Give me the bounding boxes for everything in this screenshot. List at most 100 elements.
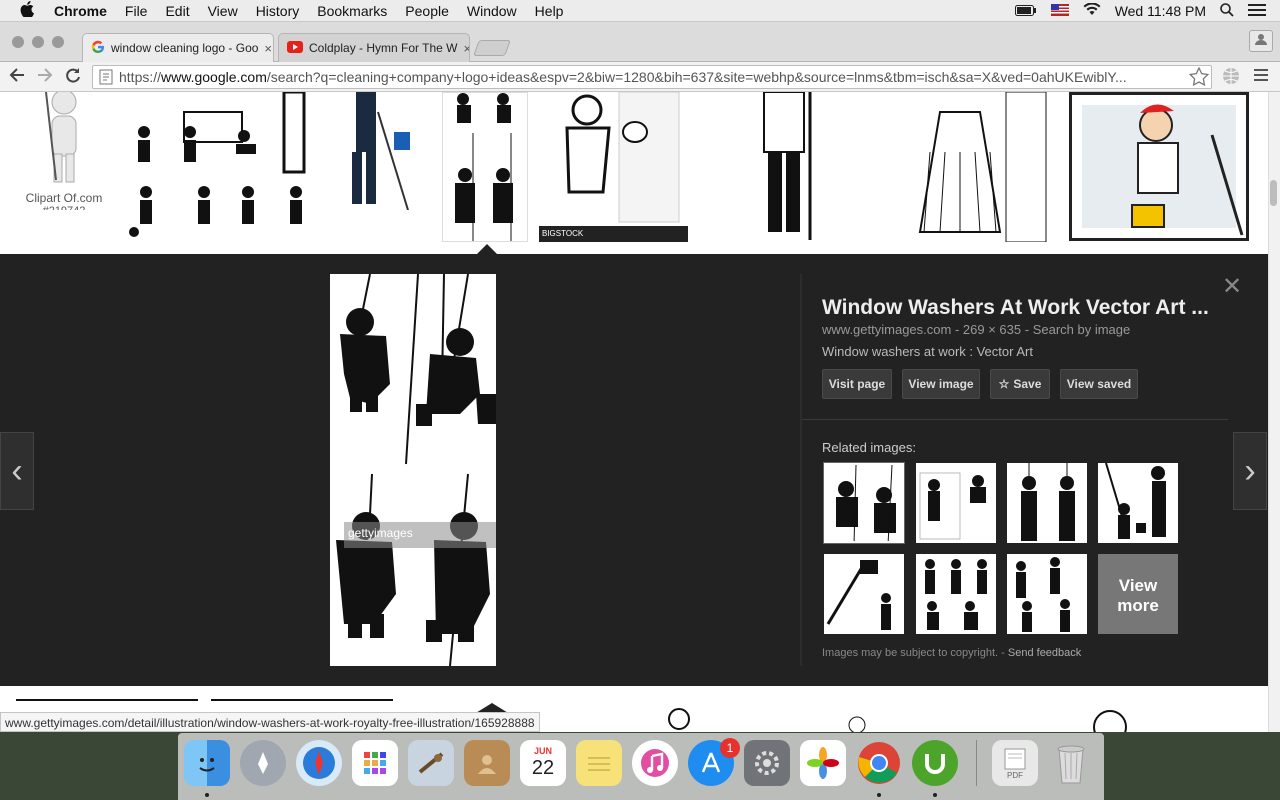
next-image-button[interactable]: › bbox=[1233, 432, 1267, 510]
dock-separator bbox=[976, 740, 977, 786]
worker-with-mop-image bbox=[763, 92, 812, 240]
menu-bookmarks[interactable]: Bookmarks bbox=[317, 3, 387, 19]
previous-image-button[interactable]: ‹ bbox=[0, 432, 34, 510]
mail-icon[interactable] bbox=[408, 740, 454, 786]
forward-arrow-icon[interactable] bbox=[36, 66, 54, 89]
result-thumb-maid[interactable] bbox=[910, 92, 1057, 242]
ladder-cleaner-image bbox=[352, 92, 410, 210]
related-image-6[interactable] bbox=[916, 554, 996, 634]
system-preferences-icon[interactable] bbox=[744, 740, 790, 786]
calendar-month: JUN bbox=[533, 746, 552, 756]
image-preview-panel: ‹ gettyimages ✕ Window Washers At Work V… bbox=[0, 254, 1268, 686]
battery-icon[interactable] bbox=[1014, 3, 1037, 19]
calendar-icon[interactable]: JUN 22 bbox=[520, 740, 566, 786]
notes-icon[interactable] bbox=[576, 740, 622, 786]
bookmark-star-icon[interactable] bbox=[1188, 66, 1210, 91]
tab-close-icon[interactable]: × bbox=[264, 41, 272, 56]
app-launcher-grid-icon[interactable] bbox=[352, 740, 398, 786]
related-image-5[interactable] bbox=[824, 554, 904, 634]
result-thumb-cartoon-washer[interactable] bbox=[1069, 92, 1249, 241]
result-thumb-bottom-6[interactable] bbox=[1018, 699, 1196, 732]
window-zoom-button[interactable] bbox=[52, 36, 64, 48]
save-button[interactable]: ☆ Save bbox=[990, 369, 1050, 399]
chrome-running-dot bbox=[877, 793, 881, 797]
result-thumb-window-washers-selected[interactable] bbox=[442, 92, 528, 242]
tab-close-icon[interactable]: × bbox=[463, 41, 469, 56]
send-feedback-link[interactable]: Send feedback bbox=[1008, 647, 1081, 659]
menu-history[interactable]: History bbox=[256, 3, 300, 19]
chevron-left-icon: ‹ bbox=[11, 451, 23, 490]
related-images-label: Related images: bbox=[822, 440, 916, 455]
menu-people[interactable]: People bbox=[405, 3, 449, 19]
finder-icon[interactable] bbox=[184, 740, 230, 786]
copyright-note: Images may be subject to copyright. bbox=[822, 647, 999, 659]
google-favicon-icon bbox=[91, 40, 105, 57]
tab-google-images[interactable]: window cleaning logo - Goo × bbox=[82, 33, 274, 62]
apple-menu-icon[interactable] bbox=[20, 0, 38, 21]
result-thumb-pictograms[interactable] bbox=[124, 92, 326, 242]
result-thumb-bottom-4[interactable] bbox=[589, 699, 765, 732]
related-image-2[interactable] bbox=[916, 463, 996, 543]
preview-image[interactable]: gettyimages bbox=[330, 274, 496, 666]
view-more-button[interactable]: View more bbox=[1098, 554, 1178, 634]
trash-icon[interactable] bbox=[1048, 740, 1094, 786]
menu-window[interactable]: Window bbox=[467, 3, 517, 19]
search-by-image-link[interactable]: Search by image bbox=[1033, 322, 1131, 337]
menu-file[interactable]: File bbox=[125, 3, 148, 19]
address-bar[interactable]: https://www.google.com/search?q=cleaning… bbox=[92, 65, 1212, 89]
close-panel-icon[interactable]: ✕ bbox=[1222, 272, 1242, 301]
itunes-icon[interactable] bbox=[632, 740, 678, 786]
new-tab-button[interactable] bbox=[473, 40, 511, 56]
flag-icon[interactable] bbox=[1050, 3, 1069, 19]
safari-icon[interactable] bbox=[296, 740, 342, 786]
notification-center-icon[interactable] bbox=[1248, 3, 1266, 19]
pdf-document-icon[interactable]: PDF bbox=[992, 740, 1038, 786]
result-thumb-ladder-cleaner[interactable] bbox=[338, 92, 430, 210]
back-arrow-icon[interactable] bbox=[8, 66, 26, 89]
result-thumb-worker[interactable] bbox=[700, 92, 898, 242]
related-image-4[interactable] bbox=[1098, 463, 1178, 543]
launchpad-icon[interactable] bbox=[240, 740, 286, 786]
status-url-bubble: www.gettyimages.com/detail/illustration/… bbox=[0, 712, 540, 732]
menubar-clock[interactable]: Wed 11:48 PM bbox=[1115, 3, 1206, 19]
related-image-7[interactable] bbox=[1007, 554, 1087, 634]
view-saved-button[interactable]: View saved bbox=[1060, 369, 1138, 399]
contacts-icon[interactable] bbox=[464, 740, 510, 786]
utorrent-icon[interactable] bbox=[912, 740, 958, 786]
wifi-icon[interactable] bbox=[1083, 2, 1101, 19]
view-image-label: View image bbox=[908, 377, 974, 391]
view-saved-label: View saved bbox=[1066, 377, 1132, 391]
window-minimize-button[interactable] bbox=[32, 36, 44, 48]
tab-coldplay[interactable]: Coldplay - Hymn For The W × bbox=[278, 33, 470, 62]
reload-icon[interactable] bbox=[64, 66, 82, 89]
visit-page-label: Visit page bbox=[828, 377, 886, 391]
url-prefix: https:// bbox=[119, 69, 162, 85]
spotlight-search-icon[interactable] bbox=[1220, 2, 1234, 20]
google-images-page: Clipart Of.com #219742 BIGSTOCK bbox=[0, 92, 1268, 732]
menu-help[interactable]: Help bbox=[535, 3, 564, 19]
menu-view[interactable]: View bbox=[208, 3, 238, 19]
panel-title[interactable]: Window Washers At Work Vector Art ... bbox=[822, 296, 1212, 320]
related-image-3[interactable] bbox=[1007, 463, 1087, 543]
page-info-icon[interactable] bbox=[99, 69, 113, 88]
menu-app-chrome[interactable]: Chrome bbox=[54, 3, 107, 19]
photos-icon[interactable] bbox=[800, 740, 846, 786]
extension-globe-icon[interactable] bbox=[1222, 67, 1240, 90]
related-window-image bbox=[919, 472, 986, 540]
url-host: www.google.com bbox=[161, 69, 267, 85]
result-thumb-housewife[interactable]: BIGSTOCK bbox=[539, 92, 688, 242]
visit-page-button[interactable]: Visit page bbox=[822, 369, 892, 399]
panel-subtitle: Window washers at work : Vector Art bbox=[822, 344, 1033, 359]
result-thumb-bottom-5[interactable] bbox=[777, 699, 953, 732]
related-image-1[interactable] bbox=[823, 462, 905, 544]
panel-divider bbox=[800, 274, 802, 666]
window-close-button[interactable] bbox=[12, 36, 24, 48]
profile-button[interactable] bbox=[1249, 30, 1273, 52]
scrollbar-thumb[interactable] bbox=[1270, 180, 1277, 206]
view-image-button[interactable]: View image bbox=[902, 369, 980, 399]
result-thumb-clipart[interactable]: Clipart Of.com #219742 bbox=[16, 92, 112, 210]
chrome-icon[interactable] bbox=[856, 740, 902, 786]
chrome-menu-icon[interactable] bbox=[1254, 68, 1268, 87]
meta-site[interactable]: www.gettyimages.com bbox=[822, 322, 951, 337]
menu-edit[interactable]: Edit bbox=[165, 3, 189, 19]
